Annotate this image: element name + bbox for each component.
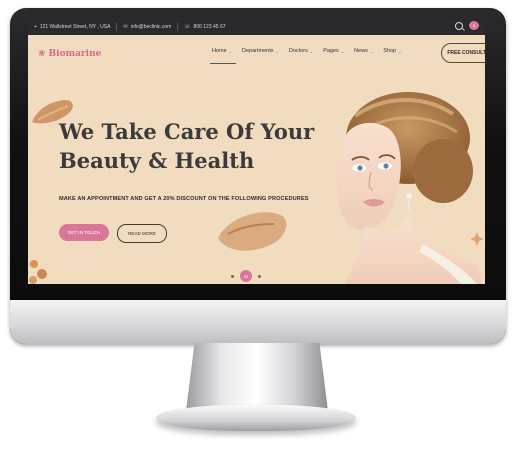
chevron-down-icon: ⌄ (228, 48, 233, 54)
nav-item-departments[interactable]: Departments ⌄ (242, 48, 279, 54)
nav-label: Shop (383, 48, 397, 54)
slider-dot[interactable] (258, 274, 261, 278)
cart-icon[interactable]: 0 (469, 21, 479, 30)
free-consultation-button[interactable]: FREE CONSULTATION (441, 43, 485, 63)
monitor-stand-base (156, 405, 356, 431)
promo-text: MAKE AN APPOINTMENT AND GET A 20% DISCOU… (59, 196, 309, 202)
nav-item-news[interactable]: News ⌄ (354, 48, 373, 54)
slider-dot-active[interactable]: 02 (240, 270, 252, 282)
nav-item-home[interactable]: Home ⌄ (209, 48, 237, 64)
hero-heading-line-1: We Take Care Of Your (59, 119, 315, 144)
site-logo[interactable]: ❀ Biomarine (38, 48, 101, 59)
chevron-down-icon: ⌄ (340, 48, 345, 54)
nav-label: Pages (323, 48, 339, 54)
address-text: 121 Wallstreet Street, NY , USA (39, 23, 111, 30)
slider-dot[interactable] (231, 274, 234, 278)
hero-heading-line-2: Beauty & Health (59, 147, 255, 173)
read-more-button[interactable]: READ MORE (117, 224, 167, 243)
nav-item-pages[interactable]: Pages ⌄ (323, 48, 344, 54)
phone-icon: ☏ (184, 23, 191, 30)
chevron-down-icon: ⌄ (398, 48, 402, 54)
hero-heading: We Take Care Of Your Beauty & Health (59, 119, 315, 174)
email-text[interactable]: info@beclinic.com (131, 24, 172, 30)
mail-icon: ✉ (123, 23, 128, 30)
search-icon[interactable] (455, 21, 463, 30)
nav-label: Doctors (288, 48, 308, 54)
topbar-address: ⌖ 121 Wallstreet Street, NY , USA (34, 24, 110, 30)
get-in-touch-button[interactable]: GET IN TOUCH (59, 224, 109, 241)
hero-model-image (336, 92, 483, 284)
monitor-chin (10, 300, 506, 344)
nav-label: Home (212, 48, 227, 54)
website-screen: ⌖ 121 Wallstreet Street, NY , USA ✉ info… (28, 18, 485, 284)
topbar-email[interactable]: ✉ info@beclinic.com (123, 24, 171, 30)
nav-label: News (354, 48, 368, 54)
decorative-pearls (29, 260, 47, 284)
divider (177, 22, 179, 31)
chevron-down-icon: ⌄ (309, 48, 314, 54)
slide-number: 02 (243, 273, 249, 279)
nav-item-doctors[interactable]: Doctors ⌄ (289, 48, 313, 54)
phone-text[interactable]: 800 123 45 67 (194, 24, 226, 30)
map-pin-icon: ⌖ (34, 23, 37, 30)
nav-item-shop[interactable]: Shop ⌄ (383, 48, 401, 54)
chevron-down-icon: ⌄ (275, 48, 279, 54)
chevron-down-icon: ⌄ (369, 48, 374, 54)
lotus-icon: ❀ (38, 48, 46, 58)
top-info-bar: ⌖ 121 Wallstreet Street, NY , USA ✉ info… (28, 18, 485, 35)
cart-count: 0 (472, 23, 476, 28)
logo-text: Biomarine (48, 48, 102, 59)
main-navigation: Home ⌄ Departments ⌄ Doctors ⌄ Pages ⌄ N… (209, 48, 402, 64)
nav-label: Departments (242, 48, 274, 54)
divider (116, 22, 118, 31)
slider-pagination: 02 (231, 270, 261, 282)
topbar-phone[interactable]: ☏ 800 123 45 67 (184, 24, 225, 30)
topbar-actions: 0 (455, 21, 479, 30)
monitor-stand-neck (186, 343, 328, 411)
